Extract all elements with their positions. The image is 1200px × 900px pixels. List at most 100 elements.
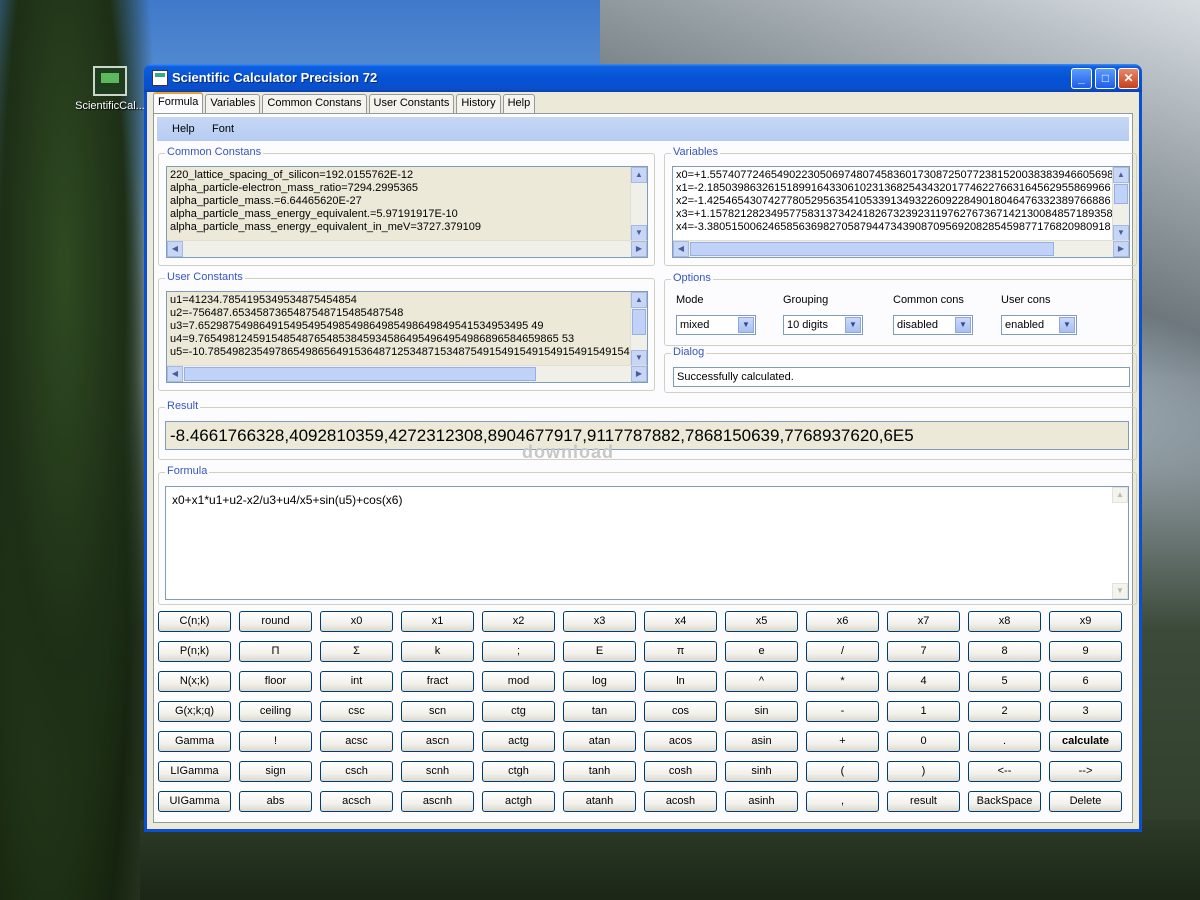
key-8-button[interactable]: 8 [968,641,1041,662]
key-1-button[interactable]: 1 [887,701,960,722]
key-actgh-button[interactable]: actgh [482,791,555,812]
scroll-thumb[interactable] [1114,184,1128,204]
key-delete-button[interactable]: Delete [1049,791,1122,812]
horizontal-scrollbar[interactable]: ◀ ▶ [167,365,647,382]
list-item[interactable]: alpha_particle_mass.=6.64465620E-27 [167,195,629,208]
key-n-x-k-button[interactable]: N(x;k) [158,671,231,692]
key-p-n-k-button[interactable]: P(n;k) [158,641,231,662]
key-symbol-button[interactable]: ! [239,731,312,752]
desktop-shortcut[interactable]: ScientificCal... [70,66,150,112]
close-button[interactable]: ✕ [1118,68,1139,89]
key-symbol-button[interactable]: - [806,701,879,722]
scroll-up-icon[interactable]: ▲ [1113,167,1129,183]
key-ctgh-button[interactable]: ctgh [482,761,555,782]
chevron-down-icon[interactable]: ▼ [1059,317,1075,333]
key-round-button[interactable]: round [239,611,312,632]
list-item[interactable]: u5=-10.785498235497865498656491536487125… [167,346,647,359]
key-x8-button[interactable]: x8 [968,611,1041,632]
key-cosh-button[interactable]: cosh [644,761,717,782]
key-tan-button[interactable]: tan [563,701,636,722]
scroll-down-icon[interactable]: ▼ [1112,583,1128,599]
key-x5-button[interactable]: x5 [725,611,798,632]
key-symbol-button[interactable]: Σ [320,641,393,662]
list-item[interactable]: 220_lattice_spacing_of_silicon=192.01557… [167,169,629,182]
key-symbol-button[interactable]: --> [1049,761,1122,782]
list-item[interactable]: u1=41234.7854195349534875454854 [167,294,629,307]
key-calculate-button[interactable]: calculate [1049,731,1122,752]
key-symbol-button[interactable]: / [806,641,879,662]
tab-common-constants[interactable]: Common Constans [262,94,367,114]
key-scn-button[interactable]: scn [401,701,474,722]
chevron-down-icon[interactable]: ▼ [955,317,971,333]
scroll-down-icon[interactable]: ▼ [631,225,647,241]
scroll-right-icon[interactable]: ▶ [631,366,647,382]
chevron-down-icon[interactable]: ▼ [845,317,861,333]
horizontal-scrollbar[interactable]: ◀ ▶ [673,240,1129,257]
mode-select[interactable]: mixed ▼ [676,315,756,335]
title-bar[interactable]: Scientific Calculator Precision 72 _ □ ✕ [144,64,1142,92]
key-c-n-k-button[interactable]: C(n;k) [158,611,231,632]
list-item[interactable]: x4=-3.3805150062465856369827058794473439… [673,221,1111,234]
key-x6-button[interactable]: x6 [806,611,879,632]
scroll-down-icon[interactable]: ▼ [1113,225,1129,241]
key-csch-button[interactable]: csch [320,761,393,782]
key-csc-button[interactable]: csc [320,701,393,722]
key-acsch-button[interactable]: acsch [320,791,393,812]
key-5-button[interactable]: 5 [968,671,1041,692]
common-constants-list[interactable]: 220_lattice_spacing_of_silicon=192.01557… [166,166,648,258]
key-ctg-button[interactable]: ctg [482,701,555,722]
key-sinh-button[interactable]: sinh [725,761,798,782]
scroll-down-icon[interactable]: ▼ [631,350,647,366]
scroll-right-icon[interactable]: ▶ [631,241,647,257]
scroll-left-icon[interactable]: ◀ [167,241,183,257]
result-display[interactable]: -8.4661766328,4092810359,4272312308,8904… [165,421,1129,450]
scroll-left-icon[interactable]: ◀ [673,241,689,257]
scroll-up-icon[interactable]: ▲ [631,167,647,183]
list-item[interactable]: x2=-1.4254654307427780529563541053391349… [673,195,1111,208]
key-floor-button[interactable]: floor [239,671,312,692]
list-item[interactable]: u4=9.76549812459154854876548538459345864… [167,333,629,346]
key-symbol-button[interactable]: . [968,731,1041,752]
key-acsc-button[interactable]: acsc [320,731,393,752]
key-ceiling-button[interactable]: ceiling [239,701,312,722]
key-ligamma-button[interactable]: LIGamma [158,761,231,782]
key-abs-button[interactable]: abs [239,791,312,812]
key-mod-button[interactable]: mod [482,671,555,692]
key-acosh-button[interactable]: acosh [644,791,717,812]
key-atanh-button[interactable]: atanh [563,791,636,812]
key-2-button[interactable]: 2 [968,701,1041,722]
key-symbol-button[interactable]: ; [482,641,555,662]
key-result-button[interactable]: result [887,791,960,812]
key-symbol-button[interactable]: ) [887,761,960,782]
key-symbol-button[interactable]: , [806,791,879,812]
key-7-button[interactable]: 7 [887,641,960,662]
key-3-button[interactable]: 3 [1049,701,1122,722]
key-fract-button[interactable]: fract [401,671,474,692]
chevron-down-icon[interactable]: ▼ [738,317,754,333]
user-constants-list[interactable]: u1=41234.7854195349534875454854 u2=-7564… [166,291,648,383]
list-item[interactable]: x1=-2.1850398632615189916433061023136825… [673,182,1111,195]
scroll-thumb[interactable] [690,242,1054,256]
list-item[interactable]: u3=7.65298754986491549549549854986498549… [167,320,629,333]
key-4-button[interactable]: 4 [887,671,960,692]
key-actg-button[interactable]: actg [482,731,555,752]
key-x1-button[interactable]: x1 [401,611,474,632]
key-asin-button[interactable]: asin [725,731,798,752]
vertical-scrollbar[interactable]: ▲ ▼ [630,167,647,241]
key-ln-button[interactable]: ln [644,671,717,692]
key-gamma-button[interactable]: Gamma [158,731,231,752]
grouping-select[interactable]: 10 digits ▼ [783,315,863,335]
key-ascnh-button[interactable]: ascnh [401,791,474,812]
key-atan-button[interactable]: atan [563,731,636,752]
key-9-button[interactable]: 9 [1049,641,1122,662]
vertical-scrollbar[interactable]: ▲ ▼ [630,292,647,366]
menu-help[interactable]: Help [172,123,195,135]
key-x7-button[interactable]: x7 [887,611,960,632]
key-e-button[interactable]: e [725,641,798,662]
key-acos-button[interactable]: acos [644,731,717,752]
common-cons-select[interactable]: disabled ▼ [893,315,973,335]
key-symbol-button[interactable]: π [644,641,717,662]
key-ascn-button[interactable]: ascn [401,731,474,752]
key-symbol-button[interactable]: Π [239,641,312,662]
scroll-thumb[interactable] [632,309,646,335]
